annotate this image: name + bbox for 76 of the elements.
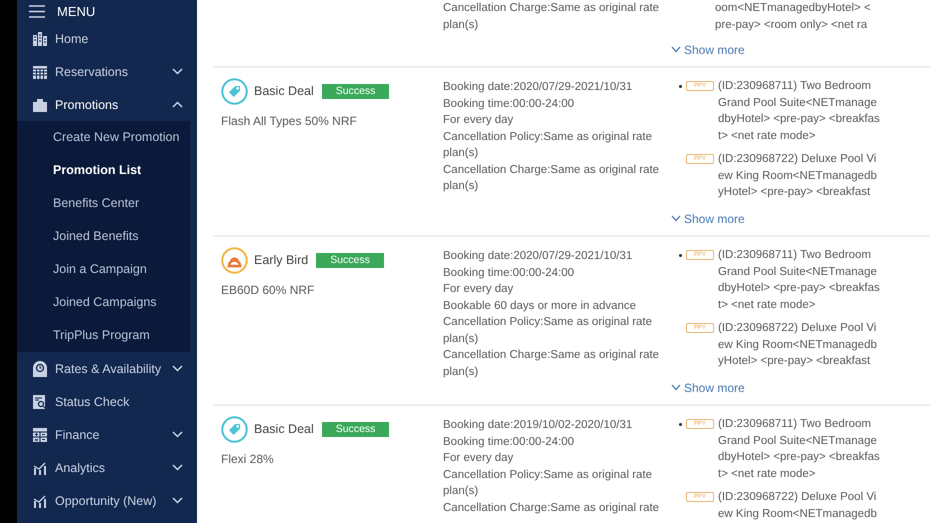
room-rate-text: oom<NETmanagedbyHotel> <pre-pay> <room only> <net ra xyxy=(715,1,872,32)
promotion-detail: Cancellation Charge:Same as original rate xyxy=(443,500,660,516)
room-rate-text: (ID:230968722) Deluxe Pool View King Room<NETmanagedbyHotel> <pre-pay> <breakfast xyxy=(718,152,878,200)
promotion-detail: Booking time:00:00-24:00 xyxy=(443,96,576,112)
submenu-item[interactable]: Join a Campaign xyxy=(17,253,190,286)
promotion-detail: Booking date:2020/07/29-2021/10/31 xyxy=(443,80,634,95)
promotion-type: Basic Deal xyxy=(254,421,314,438)
promotion-detail: Cancellation Charge:Same as original rate plan(s) xyxy=(443,162,660,194)
sidebar-item[interactable]: Home xyxy=(17,22,197,55)
submenu-item[interactable]: Promotion List xyxy=(17,154,190,187)
bullet-icon xyxy=(679,254,682,257)
chevron-icon xyxy=(671,215,681,222)
show-more-link[interactable]: Show more xyxy=(671,380,745,396)
promotion-detail: Cancellation Charge:Same as original rate plan(s) xyxy=(443,1,660,32)
sidebar-item[interactable]: Finance xyxy=(17,418,197,451)
calendar-icon xyxy=(32,64,46,78)
menu-icon[interactable] xyxy=(29,4,45,18)
bag-icon xyxy=(32,98,46,112)
promotion-detail: For every day xyxy=(443,451,514,466)
promotion-detail: Cancellation Policy:Same as original rate plan(s) xyxy=(443,468,654,499)
document-search-icon xyxy=(32,394,46,408)
room-rate-text: (ID:230968711) Two Bedroom Grand Pool Suite<NETmanagedbyHotel> <pre-pay> <breakfast> <net rate mode> xyxy=(718,248,880,312)
tag-icon xyxy=(221,247,248,274)
promotion-name: EB60D 60% NRF xyxy=(221,282,316,298)
chevron-icon xyxy=(671,384,681,392)
bar-chart-icon xyxy=(32,460,46,474)
submenu-item[interactable]: TripPlus Program xyxy=(17,319,190,352)
promotion-detail: Booking time:00:00-24:00 xyxy=(443,266,576,280)
promotion-detail: For every day xyxy=(443,113,514,128)
bar-chart-icon xyxy=(32,494,46,508)
status-badge: Success xyxy=(322,84,390,99)
chevron-icon xyxy=(172,365,183,372)
promotion-detail: Booking date:2019/10/02-2020/10/31 xyxy=(443,418,634,433)
promotion-detail: Booking date:2020/07/29-2021/10/31 xyxy=(443,249,634,264)
chevron-icon xyxy=(172,497,183,504)
promotion-detail: Cancellation Policy:Same as original rate plan(s) xyxy=(443,315,654,346)
promotion-type: Basic Deal xyxy=(254,83,314,100)
sidebar-item[interactable]: Analytics xyxy=(17,451,197,484)
sidebar-item[interactable]: Promotions xyxy=(17,88,197,121)
chevron-icon xyxy=(172,101,183,108)
bullet-icon xyxy=(679,423,682,426)
submenu-item[interactable]: Joined Campaigns xyxy=(17,286,190,319)
sidebar-item[interactable]: Rates & Availability xyxy=(17,352,197,385)
room-rate-text: (ID:230968711) Two Bedroom Grand Pool Suite<NETmanagedbyHotel> <pre-pay> <breakfast> <net rate mode> xyxy=(718,79,880,144)
promotion-name: Flash All Types 50% NRF xyxy=(221,113,358,130)
promotion-detail: For every day xyxy=(443,282,514,297)
promotion-detail: Cancellation Charge:Same as original rate plan(s) xyxy=(443,348,660,380)
show-more-link[interactable]: Show more xyxy=(671,210,745,227)
sidebar-item[interactable]: Opportunity (New) xyxy=(17,484,197,517)
promotion-detail: Cancellation Policy:Same as original rate plan(s) xyxy=(443,130,654,161)
calculator-icon xyxy=(32,428,46,442)
promotion-type: Early Bird xyxy=(254,252,308,269)
building-icon xyxy=(32,32,46,46)
room-rate-text: (ID:230968722) Deluxe Pool View King Room<NETmanagedbyHotel> <pre-pay> <breakfast xyxy=(718,321,878,369)
submenu-item[interactable]: Joined Benefits xyxy=(17,220,190,253)
promotion-detail: Bookable 60 days or more in advance xyxy=(443,298,638,314)
tag-icon xyxy=(221,78,248,105)
promotion-detail: Booking time:00:00-24:00 xyxy=(443,434,576,450)
status-badge: Success xyxy=(322,422,390,437)
chevron-icon xyxy=(671,46,681,54)
menu-title: MENU xyxy=(57,4,96,18)
submenu-item[interactable]: Benefits Center xyxy=(17,187,190,220)
chevron-icon xyxy=(172,68,183,75)
submenu-item[interactable]: Create New Promotion xyxy=(17,121,190,154)
tag-icon xyxy=(221,416,248,443)
status-badge: Success xyxy=(316,253,384,268)
clock-icon xyxy=(32,360,46,376)
sidebar-item[interactable]: Reservations xyxy=(17,55,197,88)
show-more-link[interactable]: Show more xyxy=(671,42,745,58)
chevron-icon xyxy=(172,464,183,471)
sidebar-item[interactable]: Status Check xyxy=(17,385,197,418)
room-rate-text: (ID:230968722) Deluxe Pool View King Room<NETmanagedb xyxy=(718,490,878,522)
promotion-name: Flexi 28% xyxy=(221,451,275,468)
bullet-icon xyxy=(679,85,682,88)
room-rate-text: (ID:230968711) Two Bedroom Grand Pool Suite<NETmanagedbyHotel> <pre-pay> <breakfast> <net rate mode> xyxy=(718,417,880,482)
chevron-icon xyxy=(172,431,183,438)
